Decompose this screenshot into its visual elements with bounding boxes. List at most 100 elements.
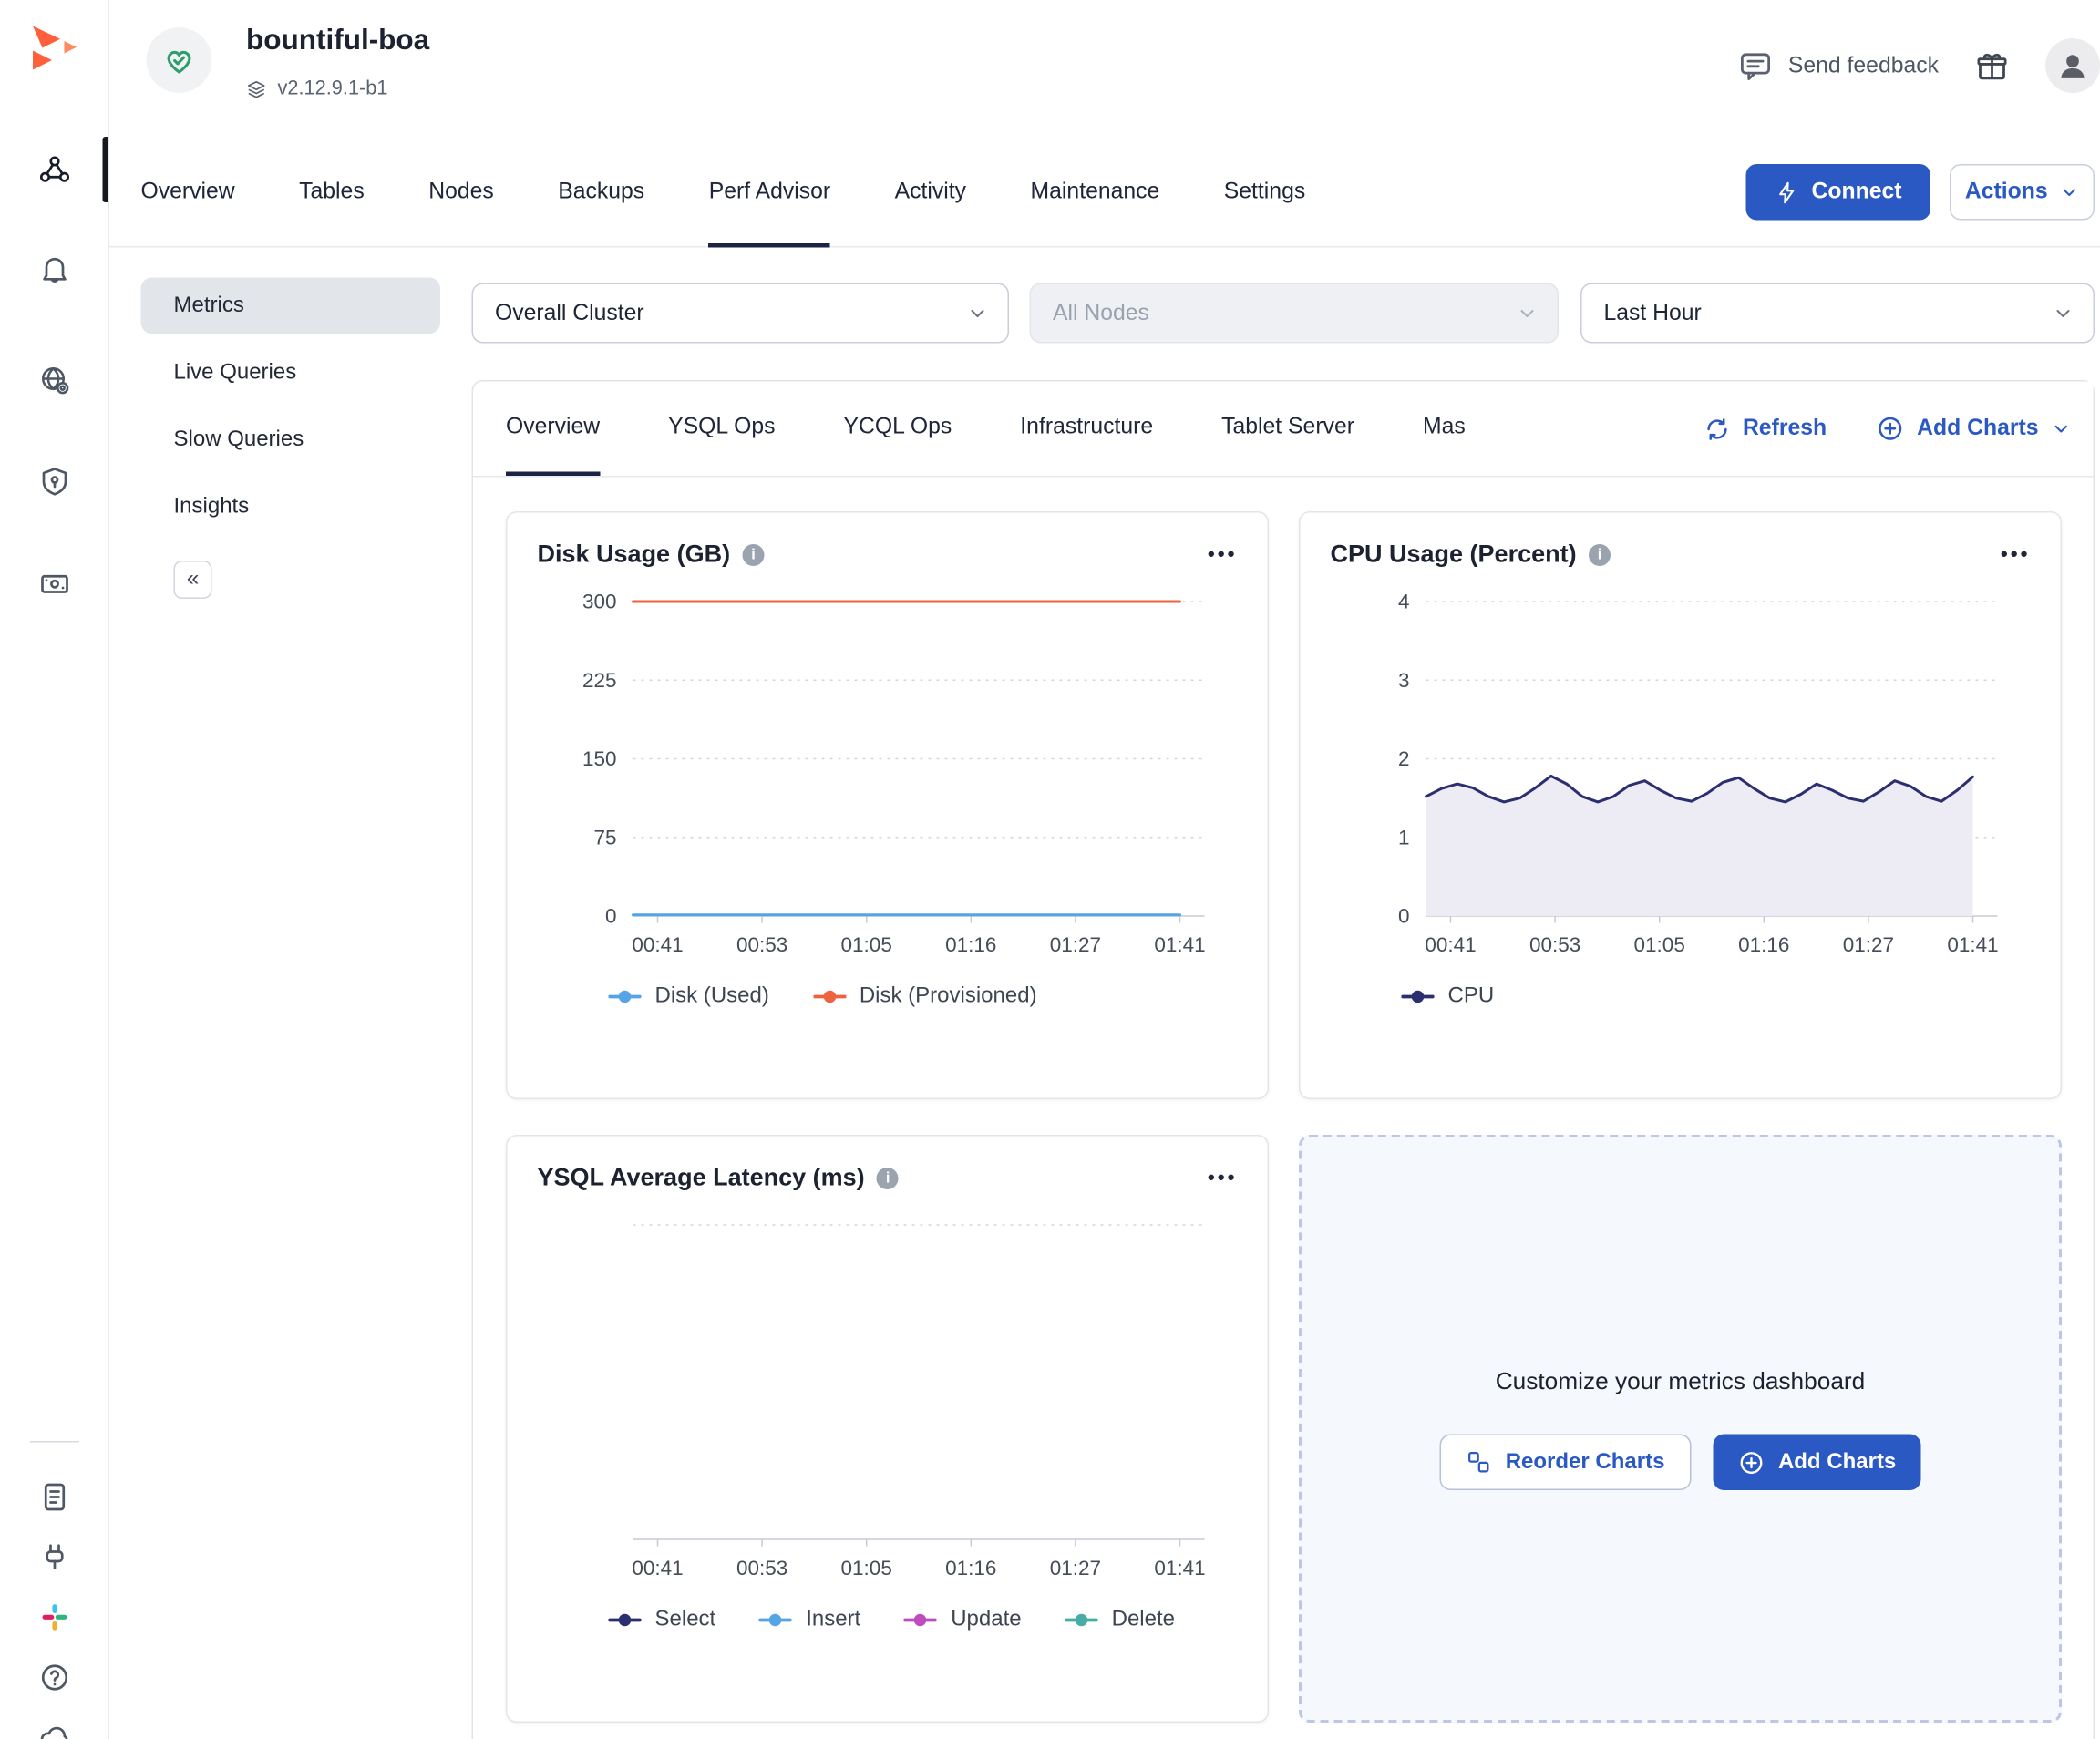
slack-icon[interactable] [38,1601,71,1634]
yugabyte-logo[interactable] [24,18,87,81]
chevron-down-icon [2051,418,2072,439]
chevron-down-icon [1517,303,1539,324]
metrics-tab-master-truncated[interactable]: Mas [1423,382,1466,477]
network-settings-icon[interactable] [38,364,71,396]
user-avatar[interactable] [2045,38,2100,93]
billing-icon[interactable] [38,568,71,601]
svg-text:00:41: 00:41 [1425,933,1476,956]
collapse-icon: « [187,568,199,592]
svg-text:01:27: 01:27 [1843,933,1894,956]
info-icon[interactable]: i [1589,543,1611,565]
integrations-plug-icon[interactable] [38,1541,71,1574]
reorder-charts-button[interactable]: Reorder Charts [1440,1435,1691,1491]
gift-icon[interactable] [1974,48,2010,84]
legend-item[interactable]: Disk (Provisioned) [813,984,1037,1009]
svg-text:0: 0 [1398,905,1410,928]
help-icon[interactable] [38,1662,71,1694]
sidebar-item-metrics[interactable]: Metrics [141,278,441,334]
nodes-select: All Nodes [1030,283,1560,344]
ysql-latency-chart: 00:4100:5301:0501:1601:2701:41 [538,1203,1238,1602]
refresh-button[interactable]: Refresh [1703,415,1827,442]
legend-item[interactable]: Delete [1065,1608,1175,1632]
metrics-tab-infrastructure[interactable]: Infrastructure [1020,382,1153,477]
svg-text:01:41: 01:41 [1154,1557,1205,1580]
tab-overview[interactable]: Overview [141,137,235,248]
nodes-value: All Nodes [1053,300,1149,326]
legend-item[interactable]: Select [609,1608,716,1632]
chart-options-button[interactable]: ••• [1208,543,1238,567]
legend-item[interactable]: Update [904,1608,1021,1632]
header-actions: Send feedback [1737,38,2100,93]
legend-item[interactable]: Insert [759,1608,860,1632]
tab-nodes[interactable]: Nodes [428,137,494,248]
cluster-scope-select[interactable]: Overall Cluster [472,283,1010,344]
metrics-tab-ycql-ops[interactable]: YCQL Ops [844,382,952,477]
svg-text:00:53: 00:53 [736,933,788,956]
info-icon[interactable]: i [877,1167,899,1188]
actions-label: Actions [1965,180,2048,206]
legend-label: Disk (Used) [655,984,769,1009]
svg-text:00:53: 00:53 [736,1557,788,1580]
chevron-down-icon [2059,182,2080,203]
svg-text:01:16: 01:16 [945,933,996,956]
sidebar-item-live-queries[interactable]: Live Queries [141,345,441,401]
rail-divider [30,1441,79,1443]
svg-text:300: 300 [582,591,617,613]
svg-text:2: 2 [1398,747,1410,770]
time-range-value: Last Hour [1604,300,1702,326]
tab-backups[interactable]: Backups [558,137,644,248]
time-range-select[interactable]: Last Hour [1580,283,2095,344]
metrics-tab-overview[interactable]: Overview [506,382,600,477]
sidebar-item-insights[interactable]: Insights [141,478,441,535]
metrics-tab-tablet-server[interactable]: Tablet Server [1221,382,1354,477]
metrics-sidebar: Metrics Live Queries Slow Queries Insigh… [141,278,441,546]
sidebar-item-slow-queries[interactable]: Slow Queries [141,412,441,468]
legend-label: Disk (Provisioned) [860,984,1037,1009]
svg-text:01:41: 01:41 [1154,933,1205,956]
chart-title: Disk Usage (GB) [538,540,731,570]
docs-icon[interactable] [38,1481,71,1514]
security-shield-icon[interactable] [38,465,71,498]
disk-usage-chart-card: Disk Usage (GB) i ••• 30022515075000:410… [506,511,1269,1099]
app-root: bountiful-boa v2.12.9.1-b1 Send feedback [0,0,2100,1739]
tab-maintenance[interactable]: Maintenance [1031,137,1160,248]
legend-item[interactable]: Disk (Used) [609,984,769,1009]
chart-options-button[interactable]: ••• [2001,543,2031,567]
connect-button[interactable]: Connect [1746,164,1931,221]
icon-rail [0,0,109,1739]
charts-grid: Disk Usage (GB) i ••• 30022515075000:410… [473,478,2094,1739]
svg-text:00:53: 00:53 [1529,933,1580,956]
tab-activity[interactable]: Activity [895,137,966,248]
lightning-icon [1775,180,1799,204]
alerts-bell-icon[interactable] [38,253,71,286]
sidebar-collapse-button[interactable]: « [174,561,212,599]
legend-item[interactable]: CPU [1402,984,1495,1009]
add-charts-panel-button[interactable]: Add Charts [1713,1435,1920,1491]
svg-text:0: 0 [605,905,617,928]
customize-title: Customize your metrics dashboard [1496,1367,1866,1396]
actions-button[interactable]: Actions [1950,164,2095,221]
metrics-tabbar: Overview YSQL Ops YCQL Ops Infrastructur… [473,382,2094,478]
send-feedback-button[interactable]: Send feedback [1737,48,1939,84]
tab-perf-advisor[interactable]: Perf Advisor [709,137,830,248]
legend-label: Delete [1112,1608,1175,1632]
add-charts-panel-label: Add Charts [1778,1450,1896,1475]
add-charts-button[interactable]: Add Charts [1876,415,2071,444]
chevron-down-icon [967,303,989,324]
plus-circle-icon [1737,1448,1765,1476]
svg-text:150: 150 [582,747,617,770]
tab-settings[interactable]: Settings [1224,137,1305,248]
legend-marker-icon [759,1612,792,1629]
chart-options-button[interactable]: ••• [1208,1167,1238,1190]
svg-text:01:27: 01:27 [1050,933,1101,956]
svg-text:01:16: 01:16 [1738,933,1789,956]
svg-text:225: 225 [582,669,617,692]
svg-text:1: 1 [1398,826,1410,849]
tab-tables[interactable]: Tables [299,137,365,248]
info-icon[interactable]: i [743,543,765,565]
cloud-status-icon[interactable] [38,1720,71,1739]
metrics-tab-ysql-ops[interactable]: YSQL Ops [668,382,775,477]
clusters-icon[interactable] [38,153,71,186]
legend-label: Insert [806,1608,860,1632]
chevron-down-icon [2053,303,2074,324]
